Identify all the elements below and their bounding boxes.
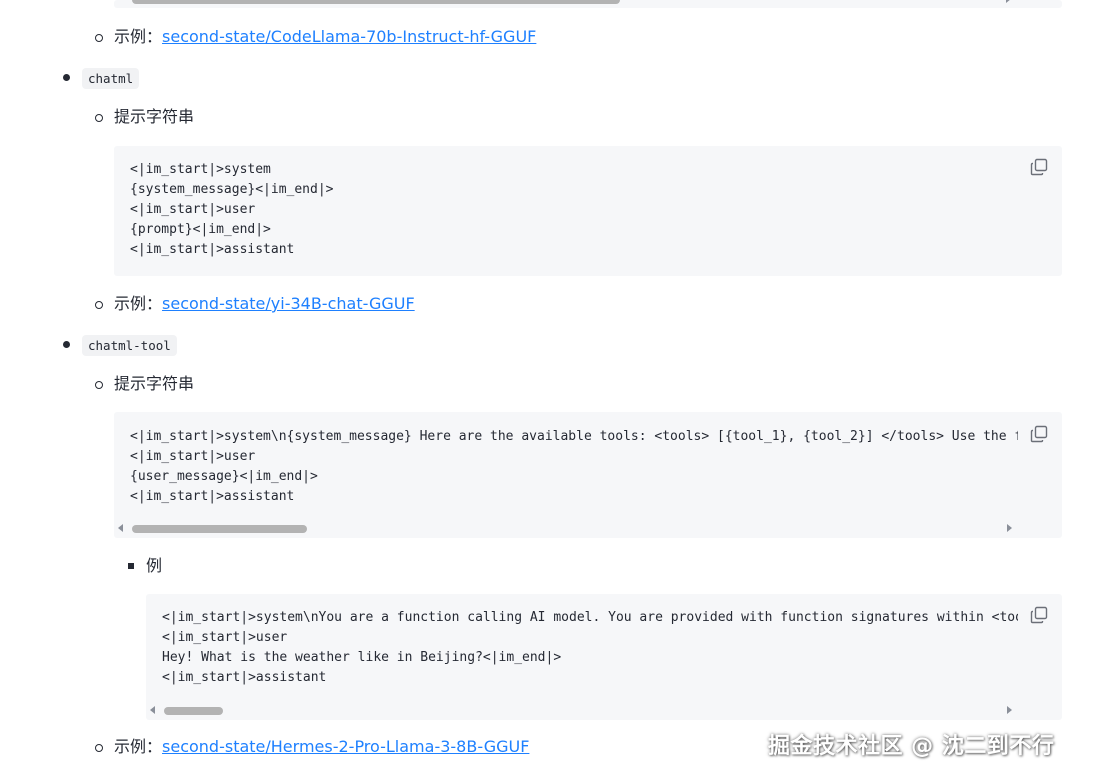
watermark: 掘金技术社区 @ 沈二到不行 bbox=[768, 734, 1055, 759]
copy-icon[interactable] bbox=[1030, 606, 1048, 624]
code-text: <|im_start|>system\nYou are a function c… bbox=[162, 610, 1018, 685]
example-label: 示例： bbox=[114, 294, 163, 313]
copy-icon[interactable] bbox=[1030, 158, 1048, 176]
bullet-circle bbox=[95, 301, 103, 309]
template-name-chatml-tool: chatml-tool bbox=[82, 335, 177, 356]
horizontal-scrollbar[interactable] bbox=[114, 521, 1020, 537]
scroll-left-arrow-icon[interactable] bbox=[150, 706, 155, 714]
scroll-right-arrow-icon[interactable] bbox=[1007, 524, 1012, 532]
bullet-disc bbox=[63, 74, 70, 81]
scroll-right-arrow-icon[interactable] bbox=[1007, 706, 1012, 714]
example-sub-label: 例 bbox=[146, 556, 163, 575]
prompt-string-label: 提示字符串 bbox=[114, 374, 195, 393]
bullet-circle bbox=[95, 114, 103, 122]
scrollbar-thumb[interactable] bbox=[132, 525, 307, 533]
example-item-yi: 示例：second-state/yi-34B-chat-GGUF bbox=[114, 293, 415, 315]
bullet-disc bbox=[63, 341, 70, 348]
example-label: 示例： bbox=[114, 737, 163, 756]
example-item-codellama: 示例：second-state/CodeLlama-70b-Instruct-h… bbox=[114, 26, 536, 48]
bullet-circle bbox=[95, 381, 103, 389]
scrollbar-thumb[interactable] bbox=[164, 707, 223, 715]
example-item-hermes: 示例：second-state/Hermes-2-Pro-Llama-3-8B-… bbox=[114, 736, 529, 758]
copy-icon[interactable] bbox=[1030, 425, 1048, 443]
scroll-left-arrow-icon[interactable] bbox=[118, 524, 123, 532]
prompt-string-label: 提示字符串 bbox=[114, 107, 195, 126]
code-block-chatml-tool: <|im_start|>system\n{system_message} Her… bbox=[114, 412, 1062, 538]
model-link[interactable]: second-state/yi-34B-chat-GGUF bbox=[162, 294, 415, 313]
bullet-square bbox=[128, 563, 134, 569]
example-label: 示例： bbox=[114, 27, 163, 46]
scrollbar-thumb[interactable] bbox=[132, 0, 620, 4]
model-link[interactable]: second-state/Hermes-2-Pro-Llama-3-8B-GGU… bbox=[162, 737, 529, 756]
code-block-example: <|im_start|>system\nYou are a function c… bbox=[146, 594, 1062, 720]
horizontal-scrollbar-top[interactable] bbox=[114, 0, 1034, 8]
bullet-circle bbox=[95, 34, 103, 42]
template-name-chatml: chatml bbox=[82, 68, 140, 89]
code-block-chatml: <|im_start|>system {system_message}<|im_… bbox=[114, 146, 1062, 276]
bullet-circle bbox=[95, 744, 103, 752]
code-text: <|im_start|>system {system_message}<|im_… bbox=[130, 162, 334, 257]
model-link[interactable]: second-state/CodeLlama-70b-Instruct-hf-G… bbox=[162, 27, 536, 46]
horizontal-scrollbar[interactable] bbox=[146, 703, 1020, 719]
code-text: <|im_start|>system\n{system_message} Her… bbox=[130, 429, 1018, 504]
scroll-right-arrow-icon[interactable] bbox=[1006, 0, 1011, 3]
